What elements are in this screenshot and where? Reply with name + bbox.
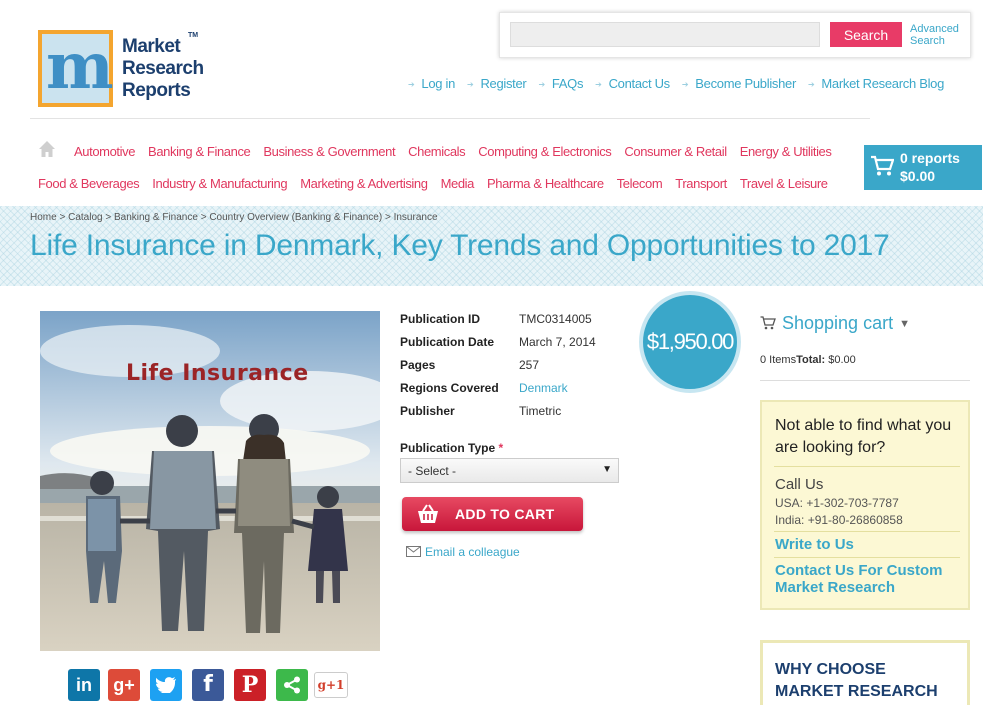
faqs-link[interactable]: FAQs [538, 76, 584, 91]
advanced-search-link[interactable]: Advanced Search [910, 23, 966, 47]
category-telecom[interactable]: Telecom [617, 176, 663, 191]
category-banking-finance[interactable]: Banking & Finance [148, 144, 251, 159]
breadcrumb-current: Insurance [393, 212, 438, 223]
breadcrumb-home[interactable]: Home [30, 212, 57, 223]
google-plus-icon[interactable]: g+ [108, 669, 140, 701]
linkedin-icon[interactable]: in [68, 669, 100, 701]
category-media[interactable]: Media [441, 176, 475, 191]
contact-us-link[interactable]: Contact Us [595, 76, 671, 91]
cart-icon [760, 316, 776, 330]
publication-type-label: Publication Type * [400, 441, 504, 455]
product-image-title: Life Insurance [126, 361, 309, 386]
help-divider [774, 557, 960, 558]
logo-text: Market Research Reports [122, 36, 204, 101]
why-choose-box: WHY CHOOSE MARKET RESEARCH [760, 640, 970, 705]
login-link[interactable]: Log in [408, 76, 455, 91]
twitter-icon[interactable] [150, 669, 182, 701]
product-image: Life Insurance [40, 311, 380, 651]
custom-research-link[interactable]: Contact Us For Custom Market Research [775, 562, 960, 596]
google-plus-one-button[interactable]: g+1 [314, 672, 348, 698]
search-input[interactable] [510, 22, 820, 47]
write-to-us-link[interactable]: Write to Us [775, 536, 854, 553]
breadcrumb-catalog[interactable]: Catalog [68, 212, 102, 223]
category-marketing-advertising[interactable]: Marketing & Advertising [300, 176, 428, 191]
cart-total: $0.00 [900, 168, 936, 184]
blog-link[interactable]: Market Research Blog [808, 76, 944, 91]
home-icon[interactable] [38, 140, 56, 158]
cart-count: 0 reports [900, 150, 960, 166]
category-industry-manufacturing[interactable]: Industry & Manufacturing [152, 176, 287, 191]
register-link[interactable]: Register [467, 76, 526, 91]
breadcrumb-banking-finance[interactable]: Banking & Finance [114, 212, 198, 223]
help-title: Not able to find what you are looking fo… [775, 417, 952, 456]
facebook-icon[interactable]: f [192, 669, 224, 701]
phone-usa: USA: +1-302-703-7787 [775, 496, 899, 510]
category-pharma-healthcare[interactable]: Pharma & Healthcare [487, 176, 604, 191]
help-divider [774, 466, 960, 467]
why-choose-heading: WHY CHOOSE MARKET RESEARCH [775, 661, 938, 700]
page-title: Life Insurance in Denmark, Key Trends an… [30, 229, 890, 262]
help-divider [774, 531, 960, 532]
category-consumer-retail[interactable]: Consumer & Retail [624, 144, 727, 159]
add-to-cart-button[interactable]: ADD TO CART [402, 497, 583, 531]
share-icon[interactable] [276, 669, 308, 701]
search-button[interactable]: Search [830, 22, 902, 47]
publication-type-select[interactable]: - Select - ▼ [400, 458, 619, 483]
top-links: Log in Register FAQs Contact Us Become Publi… [408, 76, 944, 91]
call-us-heading: Call Us [775, 476, 824, 493]
pinterest-icon[interactable]: P [234, 669, 266, 701]
help-box: Not able to find what you are looking fo… [760, 400, 970, 610]
category-food-beverages[interactable]: Food & Beverages [38, 176, 140, 191]
site-logo[interactable]: m Market Research Reports TM [38, 30, 218, 110]
category-automotive[interactable]: Automotive [74, 144, 135, 159]
breadcrumb: Home > Catalog > Banking & Finance > Cou… [30, 212, 438, 223]
header-cart-button[interactable]: 0 reports $0.00 [864, 145, 982, 190]
shopping-cart-summary: 0 ItemsTotal: $0.00 [760, 354, 856, 366]
region-denmark-link[interactable]: Denmark [519, 381, 568, 395]
chevron-down-icon: ▼ [899, 318, 910, 330]
logo-tm: TM [188, 32, 199, 39]
category-computing-electronics[interactable]: Computing & Electronics [478, 144, 612, 159]
cart-icon [871, 155, 894, 176]
breadcrumb-country-overview[interactable]: Country Overview (Banking & Finance) [209, 212, 382, 223]
category-nav-row-2: Food & Beverages Industry & Manufacturing… [38, 176, 841, 191]
category-nav-row-1: Automotive Banking & Finance Business & Go… [74, 144, 844, 159]
become-publisher-link[interactable]: Become Publisher [682, 76, 796, 91]
category-energy-utilities[interactable]: Energy & Utilities [740, 144, 832, 159]
category-chemicals[interactable]: Chemicals [408, 144, 465, 159]
category-business-government[interactable]: Business & Government [263, 144, 395, 159]
price-badge: $1,950.00 [639, 291, 741, 393]
logo-mark: m [38, 30, 114, 107]
category-travel-leisure[interactable]: Travel & Leisure [740, 176, 828, 191]
email-colleague-link[interactable]: Email a colleague [406, 545, 520, 559]
phone-india: India: +91-80-26860858 [775, 513, 903, 527]
envelope-icon [406, 546, 421, 557]
basket-icon [418, 504, 438, 523]
shopping-cart-toggle[interactable]: Shopping cart ▼ [760, 313, 910, 334]
chevron-down-icon: ▼ [602, 464, 612, 475]
header-divider [30, 118, 870, 119]
category-transport[interactable]: Transport [675, 176, 727, 191]
search-panel: Search Advanced Search [499, 12, 971, 58]
sidebar-divider [760, 380, 970, 381]
